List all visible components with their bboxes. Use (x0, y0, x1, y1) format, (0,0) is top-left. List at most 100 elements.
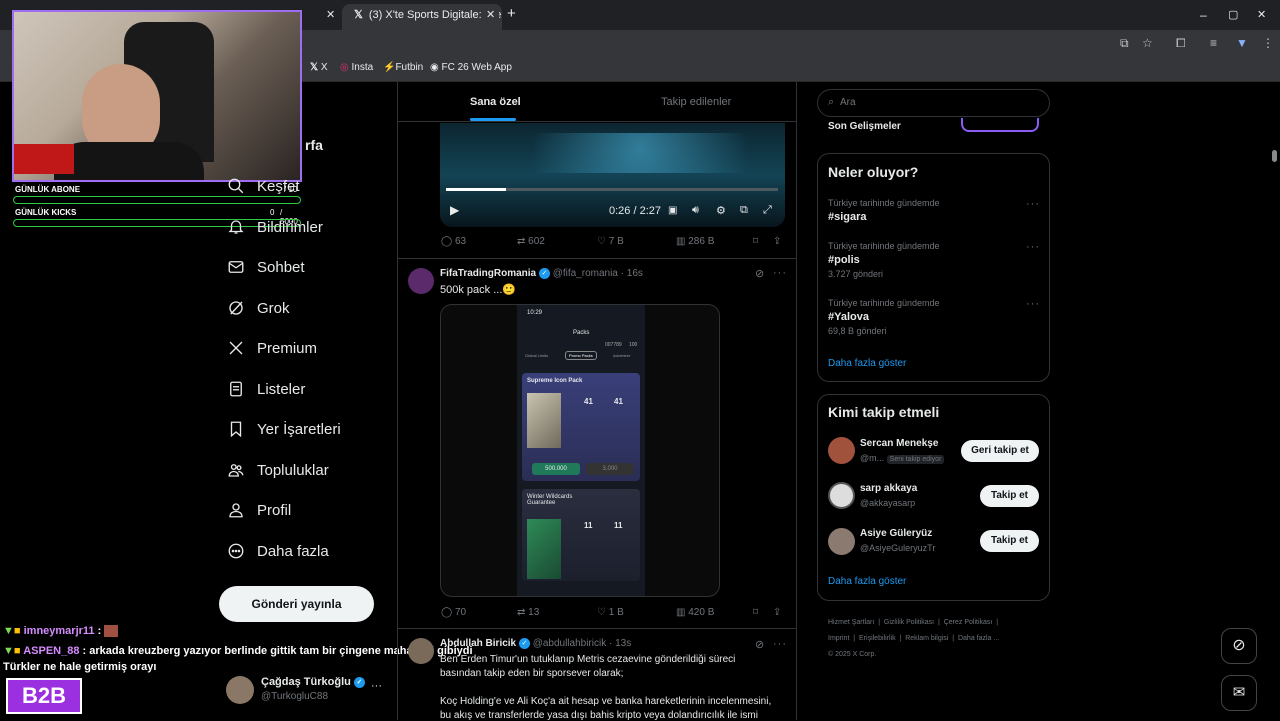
grok-floating-button[interactable]: ⊘ (1221, 628, 1257, 664)
news-card-image (961, 118, 1039, 132)
bookmark-icon[interactable]: ⌑ (753, 607, 758, 618)
footer-link[interactable]: Gizlilik Politikası (884, 619, 934, 626)
bookmark-futbin[interactable]: ⚡Futbin (383, 62, 423, 73)
follow-name[interactable]: sarp akkaya (860, 483, 917, 494)
maximize-button[interactable]: ▢ (1228, 8, 1238, 21)
tab-following[interactable]: Takip edilenler (661, 96, 731, 108)
trend-item[interactable]: Türkiye tarihinde gündemde #Yalova 69,8 … (828, 298, 940, 336)
share-icon[interactable]: ⇪ (773, 607, 781, 618)
tab-close-icon[interactable]: ✕ (482, 4, 500, 26)
trend-more-icon[interactable]: ··· (1026, 198, 1040, 210)
close-window-button[interactable]: ✕ (1257, 8, 1266, 21)
account-more-icon[interactable]: ··· (371, 680, 382, 692)
shield-icon[interactable]: ▼ (1236, 36, 1248, 50)
more-icon[interactable]: ··· (773, 638, 787, 650)
avatar[interactable] (828, 482, 855, 509)
reply-action[interactable]: ◯ 70 (441, 607, 466, 618)
footer-link[interactable]: Erişilebilirlik (859, 635, 896, 642)
nav-communities[interactable]: Topluluklar (227, 458, 329, 482)
nav-grok[interactable]: Grok (227, 296, 290, 320)
account-switcher[interactable]: Çağdaş Türkoğlu ✓ @TurkogluC88 ··· (226, 674, 386, 708)
queue-icon[interactable]: ≡ (1210, 36, 1217, 50)
repost-action[interactable]: ⇄ 602 (517, 236, 545, 247)
verified-icon: ✓ (538, 268, 550, 279)
tab-for-you[interactable]: Sana özel (470, 96, 521, 108)
nav-premium[interactable]: Premium (227, 336, 317, 360)
extensions-icon[interactable]: ⧠ (1176, 36, 1186, 51)
nav-more[interactable]: Daha fazla (227, 539, 329, 563)
star-icon[interactable]: ☆ (1142, 36, 1153, 50)
follow-back-button[interactable]: Geri takip et (961, 440, 1039, 462)
avatar[interactable] (828, 528, 855, 555)
trend-more-icon[interactable]: ··· (1026, 298, 1040, 310)
grok-icon[interactable]: ⊘ (755, 638, 764, 651)
fullscreen-icon[interactable]: ⤢ (763, 204, 772, 217)
cast-icon[interactable]: ⧉ (1120, 36, 1129, 51)
pack-art (527, 519, 561, 579)
b2b-logo: B2B (6, 678, 82, 714)
captions-icon[interactable]: ▣ (668, 205, 677, 216)
like-action[interactable]: ♡ 7 B (597, 236, 624, 247)
settings-icon[interactable]: ⚙ (716, 204, 726, 217)
bookmark-x[interactable]: 𝕏 X (310, 62, 328, 73)
avatar[interactable] (408, 638, 434, 664)
repost-action[interactable]: ⇄ 13 (517, 607, 539, 618)
bookmark-insta[interactable]: ◎ Insta (340, 62, 373, 73)
follow-name[interactable]: Asiye Güleryüz (860, 528, 932, 539)
trend-item[interactable]: Türkiye tarihinde gündemde #polis 3.727 … (828, 241, 940, 279)
messages-floating-button[interactable]: ✉ (1221, 675, 1257, 711)
avatar[interactable] (828, 437, 855, 464)
menu-icon[interactable]: ⋮ (1262, 36, 1274, 50)
footer-link[interactable]: Daha fazla ... (958, 635, 999, 642)
follow-name[interactable]: Sercan Menekşe (860, 438, 938, 449)
post-button[interactable]: Gönderi yayınla (219, 586, 374, 622)
trend-more-icon[interactable]: ··· (1026, 241, 1040, 253)
footer-link[interactable]: Reklam bilgisi (905, 635, 948, 642)
footer-link[interactable]: Imprint (828, 635, 849, 642)
follow-button[interactable]: Takip et (980, 530, 1039, 552)
new-tab-button[interactable]: + (507, 5, 516, 22)
like-action[interactable]: ♡ 1 B (597, 607, 624, 618)
author-name[interactable]: FifaTradingRomania (440, 268, 536, 279)
nav-lists[interactable]: Listeler (227, 377, 305, 401)
nav-label: Bildirimler (257, 218, 323, 236)
follow-button[interactable]: Takip et (980, 485, 1039, 507)
footer-link[interactable]: Çerez Politikası (944, 619, 993, 626)
search-box[interactable]: ⌕ Ara (817, 89, 1050, 117)
trend-item[interactable]: Türkiye tarihinde gündemde #sigara (828, 198, 940, 223)
grok-icon[interactable]: ⊘ (755, 267, 764, 280)
chat-text: : (97, 625, 102, 637)
pack-stat: 41 (584, 397, 593, 406)
nav-notifications[interactable]: Bildirimler (227, 215, 323, 239)
browser-tab-2[interactable]: 𝕏(3) X'te Sports Digitale: "Fenerb ✕ (342, 4, 502, 30)
bookmark-fc26[interactable]: ◉ FC 26 Web App (430, 62, 512, 73)
author-name[interactable]: Abdullah Biricik (440, 638, 516, 649)
bookmark-icon[interactable]: ⌑ (753, 236, 758, 247)
tab-indicator (470, 118, 516, 121)
nav-bookmarks[interactable]: Yer İşaretleri (227, 417, 341, 441)
more-icon[interactable]: ··· (773, 267, 787, 279)
pack-title: Winter Wildcards Guarantee (527, 494, 573, 506)
reply-action[interactable]: ◯ 63 (441, 236, 466, 247)
post-image[interactable]: 10:29 Packs 007789 100 Global Limits Pro… (440, 304, 720, 597)
play-icon[interactable]: ▶ (450, 203, 459, 217)
nav-chat[interactable]: Sohbet (227, 255, 305, 279)
tab-close-icon[interactable]: ✕ (326, 4, 335, 26)
views-action[interactable]: ▥ 286 B (676, 236, 714, 247)
nav-profile[interactable]: Profil (227, 498, 291, 522)
footer-link[interactable]: Hizmet Şartları (828, 619, 874, 626)
footer-sep: | (937, 619, 940, 626)
chat-text: Türkler ne hale getirmiş orayı (3, 661, 157, 673)
video-player[interactable]: ▶ 0:26 / 2:27 ▣ 🔊︎ ⚙ ⧉ ⤢ (440, 123, 785, 227)
share-icon[interactable]: ⇪ (773, 236, 781, 247)
minimize-button[interactable]: – (1200, 8, 1207, 22)
volume-icon[interactable]: 🔊︎ (692, 204, 699, 217)
avatar[interactable] (408, 268, 434, 294)
follow-show-more[interactable]: Daha fazla göster (828, 576, 906, 587)
nav-explore[interactable]: Keşfet (227, 174, 300, 198)
scrollbar-thumb[interactable] (1272, 150, 1277, 162)
pip-icon[interactable]: ⧉ (740, 204, 748, 217)
views-action[interactable]: ▥ 420 B (676, 607, 714, 618)
trends-show-more[interactable]: Daha fazla göster (828, 358, 906, 369)
reply-icon: ◯ (441, 607, 455, 618)
